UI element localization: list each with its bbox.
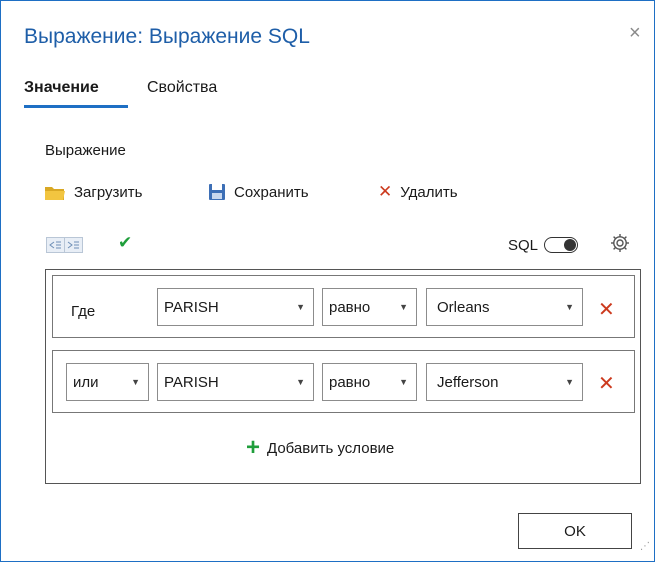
load-button[interactable]: Загрузить: [44, 181, 143, 203]
resize-grip-icon[interactable]: ⋰: [640, 542, 650, 552]
load-label: Загрузить: [74, 183, 143, 201]
delete-clause-icon[interactable]: ✕: [598, 297, 615, 322]
tab-properties[interactable]: Свойства: [147, 79, 217, 97]
add-condition-label: Добавить условие: [267, 439, 395, 457]
active-tab-indicator: [24, 105, 128, 108]
value-select-value: Jefferson: [437, 374, 499, 391]
close-x-icon: ✕: [378, 182, 393, 201]
value-select[interactable]: Jefferson ▼: [426, 363, 583, 401]
sql-toggle-label: SQL: [508, 237, 539, 254]
plus-icon: +: [246, 434, 261, 461]
chevron-down-icon: ▼: [565, 377, 574, 387]
chevron-down-icon: ▼: [296, 302, 305, 312]
field-select[interactable]: PARISH ▼: [157, 363, 314, 401]
dialog-title: Выражение: Выражение SQL: [24, 25, 310, 48]
save-label: Сохранить: [234, 183, 309, 201]
tab-value[interactable]: Значение: [24, 79, 99, 97]
clause-connector-label: Где: [71, 303, 96, 320]
indent-right-icon[interactable]: [64, 237, 83, 253]
chevron-down-icon: ▼: [565, 302, 574, 312]
field-select-value: PARISH: [164, 374, 219, 391]
floppy-disk-icon: [208, 183, 226, 201]
operator-select-value: равно: [329, 299, 371, 316]
folder-icon: [44, 184, 66, 201]
operator-select[interactable]: равно ▼: [322, 288, 417, 326]
connector-select-value: или: [73, 374, 99, 391]
expression-dialog: Выражение: Выражение SQL × Значение Свой…: [0, 0, 655, 562]
delete-clause-icon[interactable]: ✕: [598, 371, 615, 396]
sql-toggle[interactable]: [544, 237, 578, 253]
save-button[interactable]: Сохранить: [208, 181, 309, 203]
value-select-value: Orleans: [437, 299, 490, 316]
close-icon[interactable]: ×: [629, 23, 641, 43]
expression-section-label: Выражение: [45, 142, 126, 159]
value-select[interactable]: Orleans ▼: [426, 288, 583, 326]
field-select-value: PARISH: [164, 299, 219, 316]
chevron-down-icon: ▼: [399, 377, 408, 387]
indent-left-icon[interactable]: [46, 237, 65, 253]
toggle-knob: [564, 239, 576, 251]
delete-button[interactable]: ✕ Удалить: [378, 181, 458, 203]
operator-select-value: равно: [329, 374, 371, 391]
chevron-down-icon: ▼: [399, 302, 408, 312]
validate-check-icon[interactable]: ✔: [118, 233, 132, 253]
operator-select[interactable]: равно ▼: [322, 363, 417, 401]
field-select[interactable]: PARISH ▼: [157, 288, 314, 326]
chevron-down-icon: ▼: [296, 377, 305, 387]
connector-select[interactable]: или ▼: [66, 363, 149, 401]
delete-label: Удалить: [400, 183, 458, 201]
gear-icon[interactable]: [610, 233, 630, 258]
chevron-down-icon: ▼: [131, 377, 140, 387]
add-condition-button[interactable]: + Добавить условие: [246, 434, 395, 461]
ok-button[interactable]: OK: [518, 513, 632, 549]
